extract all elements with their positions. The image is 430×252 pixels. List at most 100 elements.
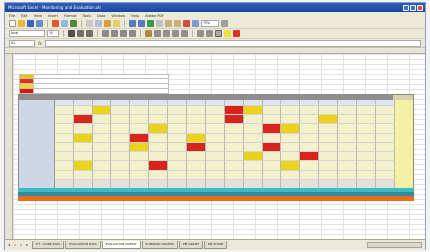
matrix-cell[interactable] (375, 170, 395, 180)
fill-color-icon[interactable] (224, 30, 231, 37)
matrix-cell[interactable] (224, 106, 244, 116)
matrix-cell[interactable] (262, 161, 282, 171)
matrix-cell[interactable] (111, 170, 131, 180)
hyperlink-icon[interactable] (147, 20, 154, 27)
matrix-cell[interactable] (130, 124, 150, 134)
matrix-cell[interactable] (168, 133, 188, 143)
save-icon[interactable] (27, 20, 34, 27)
matrix-cell[interactable] (243, 142, 263, 153)
matrix-cell[interactable] (319, 115, 339, 125)
matrix-cell[interactable] (338, 115, 358, 125)
prev-sheet-icon[interactable]: ◃ (14, 242, 19, 248)
currency-icon[interactable] (145, 30, 152, 37)
matrix-cell[interactable] (357, 170, 376, 180)
borders-icon[interactable] (215, 30, 222, 37)
matrix-cell[interactable] (300, 142, 320, 153)
sheet-tab-core-data[interactable]: DT - CORE DATA (32, 241, 65, 249)
matrix-cell[interactable] (357, 133, 376, 143)
matrix-cell[interactable] (168, 170, 188, 180)
spelling-icon[interactable] (70, 20, 77, 27)
matrix-cell[interactable] (168, 106, 188, 116)
bold-icon[interactable] (68, 30, 75, 37)
matrix-cell[interactable] (319, 106, 339, 116)
menu-file[interactable]: File (9, 14, 15, 18)
matrix-cell[interactable] (319, 133, 339, 143)
matrix-cell[interactable] (300, 115, 320, 125)
matrix-cell[interactable] (54, 170, 74, 180)
menu-format[interactable]: Format (64, 14, 76, 18)
matrix-cell[interactable] (130, 142, 150, 153)
matrix-cell[interactable] (300, 106, 320, 116)
underline-icon[interactable] (86, 30, 93, 37)
font-size-select[interactable]: 10 (47, 30, 59, 37)
matrix-cell[interactable] (187, 170, 206, 180)
matrix-cell[interactable] (338, 142, 358, 153)
matrix-cell[interactable] (149, 124, 169, 134)
menu-window[interactable]: Window (111, 14, 125, 18)
close-button[interactable] (417, 4, 423, 11)
matrix-cell[interactable] (375, 106, 395, 116)
matrix-cell[interactable] (262, 115, 282, 125)
menu-tools[interactable]: Tools (82, 14, 91, 18)
comma-style-icon[interactable] (163, 30, 170, 37)
matrix-cell[interactable] (224, 115, 244, 125)
matrix-cell[interactable] (319, 152, 339, 162)
matrix-cell[interactable] (205, 124, 225, 134)
matrix-cell[interactable] (243, 152, 263, 162)
matrix-cell[interactable] (262, 142, 282, 153)
matrix-cell[interactable] (300, 152, 320, 162)
matrix-cell[interactable] (187, 152, 206, 162)
open-folder-icon[interactable] (18, 20, 25, 27)
matrix-cell[interactable] (375, 115, 395, 125)
matrix-cell[interactable] (262, 124, 282, 134)
zoom-select[interactable]: 75% (201, 20, 219, 27)
matrix-cell[interactable] (375, 124, 395, 134)
matrix-cell[interactable] (111, 124, 131, 134)
horizontal-scrollbar[interactable] (367, 242, 422, 248)
matrix-cell[interactable] (187, 115, 206, 125)
matrix-cell[interactable] (149, 170, 169, 180)
matrix-cell[interactable] (92, 115, 112, 125)
matrix-cell[interactable] (375, 152, 395, 162)
increase-decimal-icon[interactable] (172, 30, 179, 37)
matrix-cell[interactable] (281, 161, 301, 171)
matrix-cell[interactable] (357, 124, 376, 134)
matrix-cell[interactable] (168, 115, 188, 125)
matrix-cell[interactable] (168, 152, 188, 162)
matrix-cell[interactable] (111, 106, 131, 116)
matrix-cell[interactable] (168, 124, 188, 134)
merge-center-icon[interactable] (129, 30, 136, 37)
new-file-icon[interactable] (9, 20, 16, 27)
autosum-icon[interactable] (156, 20, 163, 27)
matrix-cell[interactable] (224, 161, 244, 171)
matrix-cell[interactable] (243, 161, 263, 171)
matrix-cell[interactable] (54, 115, 74, 125)
matrix-cell[interactable] (92, 106, 112, 116)
percent-icon[interactable] (154, 30, 161, 37)
matrix-cell[interactable] (92, 170, 112, 180)
matrix-cell[interactable] (130, 152, 150, 162)
matrix-cell[interactable] (300, 161, 320, 171)
matrix-cell[interactable] (149, 106, 169, 116)
matrix-cell[interactable] (73, 152, 93, 162)
name-box[interactable]: A1 (9, 39, 35, 47)
sheet-tab-pie-graph[interactable]: PIE GRAPH (178, 241, 203, 249)
matrix-cell[interactable] (243, 106, 263, 116)
matrix-cell[interactable] (262, 133, 282, 143)
redo-icon[interactable] (138, 20, 145, 27)
matrix-cell[interactable] (73, 161, 93, 171)
minimize-button[interactable] (403, 4, 409, 11)
matrix-cell[interactable] (338, 124, 358, 134)
matrix-cell[interactable] (375, 142, 395, 153)
maximize-button[interactable] (410, 4, 416, 11)
matrix-cell[interactable] (149, 161, 169, 171)
drawing-icon[interactable] (192, 20, 199, 27)
matrix-cell[interactable] (357, 115, 376, 125)
sheet-tab-summary-graphs[interactable]: SUMMARY GRAPHS (141, 241, 178, 249)
matrix-cell[interactable] (92, 142, 112, 153)
menu-help[interactable]: Help (131, 14, 139, 18)
align-center-icon[interactable] (111, 30, 118, 37)
help-icon[interactable] (221, 20, 228, 27)
matrix-cell[interactable] (375, 161, 395, 171)
matrix-cell[interactable] (111, 161, 131, 171)
